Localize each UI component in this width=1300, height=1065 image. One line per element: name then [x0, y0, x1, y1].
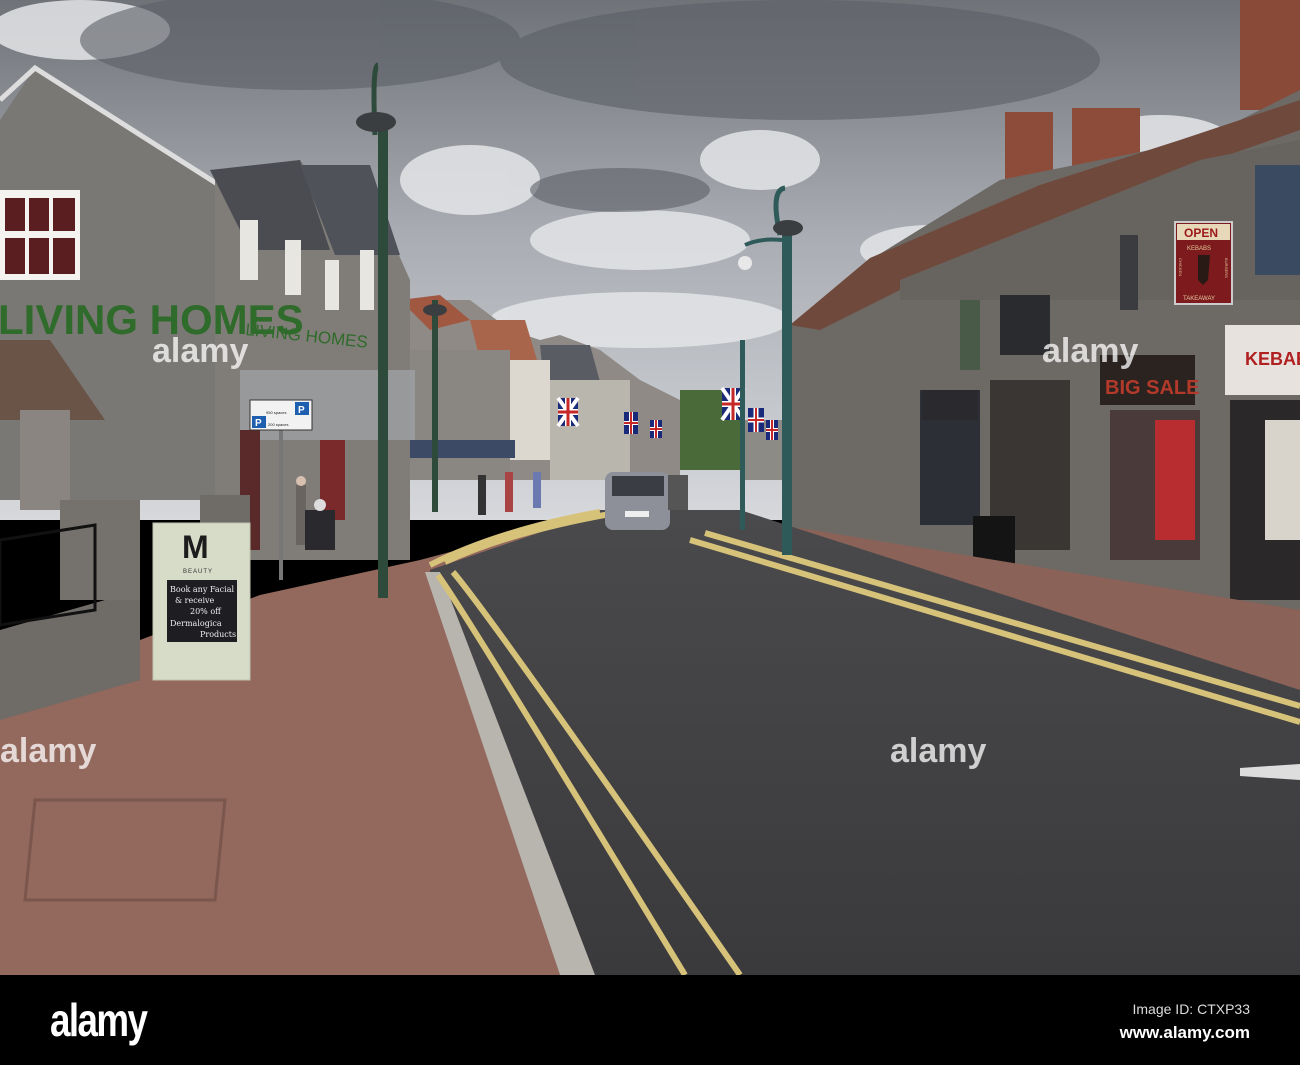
svg-text:alamy: alamy: [152, 332, 248, 370]
big-sale-sign: BIG SALE: [1105, 377, 1199, 399]
svg-text:BURGERS: BURGERS: [1224, 258, 1229, 278]
svg-text:alamy: alamy: [1042, 332, 1138, 370]
svg-text:P: P: [298, 405, 305, 416]
svg-text:P: P: [255, 418, 262, 429]
svg-text:CHICKEN: CHICKEN: [1178, 258, 1183, 276]
svg-text:M: M: [182, 529, 209, 565]
kebab-takeaway-sign: OPEN KEBABS TAKEAWAY CHICKEN BURGERS: [1174, 221, 1233, 305]
svg-text:Book any Facial: Book any Facial: [170, 585, 234, 594]
svg-text:OPEN: OPEN: [1184, 226, 1218, 240]
svg-text:KEBABS: KEBABS: [1187, 246, 1211, 252]
svg-text:alamy: alamy: [0, 732, 96, 770]
svg-text:TAKEAWAY: TAKEAWAY: [1183, 296, 1215, 302]
chimney: [1240, 0, 1300, 110]
beauty-a-board: M BEAUTY Book any Facial & receive 20% o…: [152, 522, 251, 681]
svg-text:alamy: alamy: [890, 732, 986, 770]
footer-bar: alamy Image ID: CTXP33 www.alamy.com: [0, 975, 1300, 1065]
alamy-logo[interactable]: alamy: [50, 993, 148, 1047]
svg-text:950 spaces: 950 spaces: [266, 410, 286, 415]
site-url[interactable]: www.alamy.com: [1120, 1023, 1250, 1043]
image-id: Image ID: CTXP33: [1132, 1001, 1251, 1017]
svg-text:& receive: & receive: [175, 596, 215, 605]
svg-text:Products: Products: [200, 630, 236, 639]
svg-text:Dermalogica: Dermalogica: [170, 619, 222, 628]
kebab-house-sign: KEBAB: [1245, 349, 1300, 369]
street-photo: LIVING HOMES LIVING HOMES BIG SALE KEBAB…: [0, 0, 1300, 1065]
svg-text:20% off: 20% off: [190, 607, 222, 616]
svg-text:BEAUTY: BEAUTY: [183, 569, 213, 575]
street-scene: LIVING HOMES LIVING HOMES BIG SALE KEBAB…: [0, 0, 1300, 975]
svg-text:200 spaces: 200 spaces: [268, 422, 288, 427]
